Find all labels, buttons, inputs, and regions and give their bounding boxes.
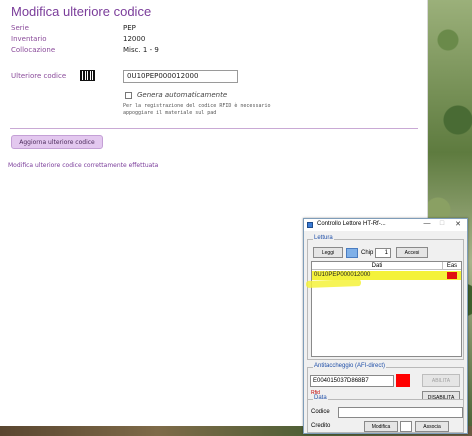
status-indicator [396, 374, 410, 387]
field-value: PEP [123, 24, 136, 32]
field-label: Collocazione [11, 46, 56, 54]
codice-input[interactable] [338, 407, 463, 418]
rfid-reader-window: Controllo Lettore HT-Rf-... — □ ✕ Lettur… [303, 218, 468, 434]
window-titlebar[interactable]: Controllo Lettore HT-Rf-... — □ ✕ [304, 219, 467, 231]
chip-label: Chip [361, 250, 374, 256]
codice-label: Codice [311, 409, 330, 415]
extra-code-input[interactable]: 0U10PEP000012000 [123, 70, 238, 83]
list-item[interactable]: 0U10PEP000012000 [312, 271, 461, 280]
success-message: Modifica ulteriore codice correttamente … [8, 162, 159, 169]
column-dati: Dati [312, 262, 443, 270]
highlight-mark [305, 279, 362, 288]
update-code-button[interactable]: Aggiorna ulteriore codice [11, 135, 103, 149]
tag-list[interactable]: Dati Eas 0U10PEP000012000 [305, 261, 462, 357]
lettura-title: Lettura [313, 235, 334, 241]
chip-input[interactable]: 1 [375, 248, 391, 258]
rfid-note: Per la registrazione del codice RFID è n… [123, 103, 271, 116]
tag-code: 0U10PEP000012000 [314, 272, 371, 278]
barcode-icon [80, 70, 95, 81]
accesi-button[interactable]: Accesi [396, 247, 428, 258]
field-label: Serie [11, 24, 29, 32]
lettura-group: Lettura Leggi Chip 1 Accesi Dati Eas 0U1… [305, 235, 464, 360]
abilita-button[interactable]: ABILITA [422, 374, 460, 387]
antitaccheggio-code-field[interactable]: E004015037D868B7 [310, 375, 394, 387]
toggle-icon[interactable] [346, 248, 358, 258]
credit-field[interactable] [400, 421, 412, 432]
associa-button[interactable]: Associa [415, 421, 449, 432]
antitaccheggio-title: Antitaccheggio (AFI-direct) [313, 363, 387, 369]
credito-label: Credito [311, 423, 331, 429]
data-group: Data Codice Credito Modifica Associa [307, 395, 464, 433]
close-button[interactable]: ✕ [453, 220, 463, 228]
list-header: Dati Eas [312, 262, 461, 270]
window-title: Controllo Lettore HT-Rf-... [317, 221, 386, 227]
column-eas: Eas [446, 263, 458, 269]
page-title: Modifica ulteriore codice [11, 4, 152, 19]
field-label: Inventario [11, 35, 47, 43]
modifica-button[interactable]: Modifica [364, 421, 398, 432]
auto-generate-label: Genera automaticamente [137, 91, 228, 99]
field-value: Misc. 1 - 9 [123, 46, 159, 54]
maximize-button[interactable]: □ [437, 220, 447, 227]
eas-indicator [447, 272, 457, 279]
auto-generate-checkbox[interactable] [125, 92, 132, 99]
field-value: 12000 [123, 35, 146, 43]
extra-code-label: Ulteriore codice [11, 72, 67, 80]
divider [10, 128, 418, 129]
app-icon [307, 222, 313, 228]
leggi-button[interactable]: Leggi [313, 247, 343, 258]
data-title: Data [313, 395, 328, 401]
minimize-button[interactable]: — [422, 220, 432, 227]
